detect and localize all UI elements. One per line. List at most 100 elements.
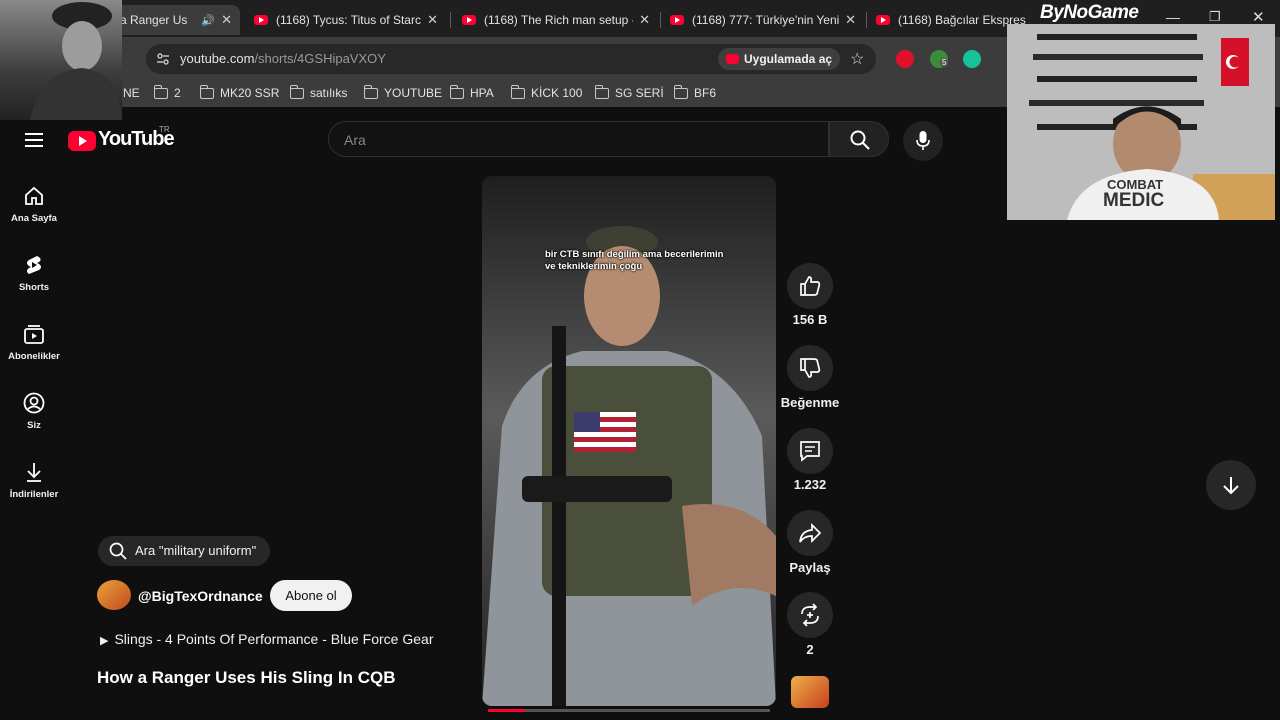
like-count: 156 B (792, 312, 828, 327)
music-title: Slings - 4 Points Of Performance - Blue … (114, 631, 434, 647)
video-progress-bar[interactable] (488, 709, 770, 712)
bookmark-folder[interactable]: satılıks (289, 84, 347, 100)
bookmark-star-icon[interactable]: ☆ (850, 49, 864, 69)
minimize-icon[interactable]: — (1166, 9, 1180, 25)
bookmark-item[interactable]: NE (123, 86, 140, 100)
search-icon (109, 542, 127, 560)
site-settings-icon[interactable] (156, 52, 170, 66)
url-text[interactable]: youtube.com/shorts/4GSHipaVXOY (180, 51, 386, 66)
play-icon: ▶ (100, 635, 109, 647)
bookmark-folder[interactable]: 2 (153, 84, 181, 100)
bookmark-label: 2 (174, 86, 181, 100)
video-title: How a Ranger Uses His Sling In CQB (97, 668, 396, 687)
tab-active[interactable]: a Ranger Us 🔊 ✕ (112, 5, 240, 35)
arrow-down-icon (1223, 477, 1239, 495)
bookmark-folder[interactable]: HPA (449, 84, 494, 100)
home-icon (25, 186, 43, 205)
guide-item-subscriptions[interactable]: Abonelikler (0, 323, 68, 362)
close-tab-icon[interactable]: ✕ (221, 12, 232, 28)
speaker-icon[interactable]: 🔊 (201, 14, 215, 27)
extension-adblock-icon[interactable] (896, 50, 914, 68)
bookmark-folder[interactable]: YOUTUBE (363, 84, 443, 100)
remix-count: 2 (806, 642, 814, 657)
tab-title: (1168) Tycus: Titus of Starcar (276, 13, 422, 27)
tab-divider (660, 12, 661, 28)
downloads-icon (27, 463, 41, 482)
menu-icon[interactable] (25, 129, 43, 151)
search-button[interactable] (829, 121, 889, 157)
guide-item-home[interactable]: Ana Sayfa (0, 185, 68, 224)
share-button[interactable] (787, 510, 833, 556)
tab-4[interactable]: (1168) 777: Türkiye'nin Yeni ✕ (662, 5, 864, 35)
dislike-button[interactable] (787, 345, 833, 391)
bookmark-folder[interactable]: BF6 (673, 84, 717, 100)
guide-item-you[interactable]: Siz (0, 392, 68, 431)
subscribe-button[interactable]: Abone ol (270, 580, 352, 611)
close-tab-icon[interactable]: ✕ (639, 12, 650, 28)
region-code: TR (159, 125, 170, 134)
dislike-label: Beğenme (780, 395, 840, 410)
comment-icon (800, 441, 820, 462)
channel-avatar[interactable] (97, 580, 131, 610)
brand-watermark: ByNoGame (1040, 2, 1139, 23)
open-in-app-button[interactable]: Uygulamada aç (718, 48, 841, 70)
youtube-favicon-icon (254, 15, 268, 25)
tab-3[interactable]: (1168) The Rich man setup - ✕ (454, 5, 658, 35)
guide-item-shorts[interactable]: Shorts (0, 254, 68, 293)
bookmark-label: NE (123, 86, 140, 100)
extension-grammarly-icon[interactable] (963, 50, 981, 68)
next-video-button[interactable] (1206, 460, 1256, 510)
folder-icon (199, 84, 214, 99)
video-progress-fill (488, 709, 525, 712)
bookmark-folder[interactable]: MK20 SSR (199, 84, 280, 100)
search-placeholder: Ara (344, 132, 366, 148)
folder-icon (673, 84, 688, 99)
channel-name[interactable]: @BigTexOrdnance (138, 588, 263, 604)
guide-label: Abonelikler (8, 351, 60, 362)
tab-divider (450, 12, 451, 28)
folder-icon (363, 84, 378, 99)
bookmark-folder[interactable]: SG SERİ (594, 84, 664, 100)
guide-item-downloads[interactable]: İndirilenler (0, 461, 68, 500)
bookmark-label: MK20 SSR (220, 86, 280, 100)
shorts-video-player[interactable]: bir CTB sınıfı değilim ama becerilerimin… (482, 176, 776, 706)
microphone-icon (916, 131, 930, 150)
url-host: youtube.com (180, 51, 255, 66)
search-icon (850, 130, 870, 150)
tab-title: (1168) The Rich man setup - (484, 13, 634, 27)
guide-label: Ana Sayfa (11, 213, 57, 224)
folder-icon (510, 84, 525, 99)
close-tab-icon[interactable]: ✕ (845, 12, 856, 28)
bookmark-label: BF6 (694, 86, 717, 100)
search-input[interactable]: Ara (328, 121, 829, 157)
comments-button[interactable] (787, 428, 833, 474)
suggested-search-chip[interactable]: Ara "military uniform" (98, 536, 271, 566)
guide-label: Shorts (18, 282, 50, 293)
share-icon (799, 522, 822, 544)
remix-button[interactable] (787, 592, 833, 638)
music-link[interactable]: ▶ Slings - 4 Points Of Performance - Blue… (100, 631, 433, 647)
thumbs-up-icon (800, 276, 821, 296)
channel-avatar-small[interactable] (791, 676, 829, 708)
tab-2[interactable]: (1168) Tycus: Titus of Starcar ✕ (246, 5, 446, 35)
bookmark-label: HPA (470, 86, 494, 100)
tab-title: (1168) 777: Türkiye'nin Yeni (692, 13, 840, 27)
folder-icon (594, 84, 609, 99)
youtube-logo-icon[interactable] (68, 131, 96, 151)
folder-icon (289, 84, 304, 99)
portrait-overlay-image (0, 0, 122, 120)
bookmark-folder[interactable]: KİCK 100 (510, 84, 583, 100)
restore-icon[interactable]: ❐ (1209, 9, 1221, 25)
address-bar[interactable]: youtube.com/shorts/4GSHipaVXOY Uygulamad… (146, 44, 876, 74)
youtube-favicon-icon (670, 15, 684, 25)
video-caption: bir CTB sınıfı değilim ama becerilerimin… (545, 249, 724, 272)
extension-green-icon[interactable]: 5 (930, 50, 949, 68)
voice-search-button[interactable] (903, 121, 943, 161)
like-button[interactable] (787, 263, 833, 309)
bookmark-label: YOUTUBE (384, 86, 443, 100)
remix-icon (801, 603, 819, 627)
guide-label: İndirilenler (9, 489, 59, 500)
shirt-text-line2: MEDIC (1103, 190, 1165, 211)
close-tab-icon[interactable]: ✕ (427, 12, 438, 28)
bookmark-label: KİCK 100 (531, 86, 583, 100)
